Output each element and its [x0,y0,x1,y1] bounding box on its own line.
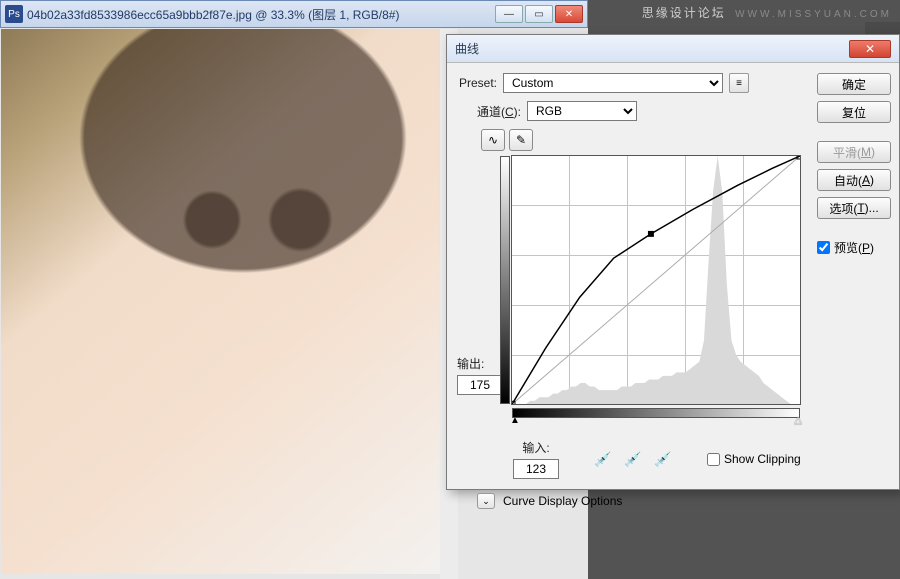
maximize-button[interactable]: ▭ [525,5,553,23]
pencil-curve-tool[interactable]: ✎ [509,129,533,151]
ok-button[interactable]: 确定 [817,73,891,95]
input-input[interactable] [513,459,559,479]
channel-select[interactable]: RGB [527,101,637,121]
curve-display-options-label: Curve Display Options [503,494,622,508]
output-input[interactable] [457,375,503,395]
dialog-close-button[interactable]: ✕ [849,40,891,58]
curve-tool-toggle: ∿ ✎ [481,129,811,151]
auto-button[interactable]: 自动(A) [817,169,891,191]
white-eyedropper[interactable]: 💉 [653,449,673,469]
show-clipping-input[interactable] [707,453,720,466]
output-side: 输出: [459,155,503,415]
show-clipping-checkbox[interactable]: Show Clipping [707,452,801,466]
white-point-slider[interactable]: △ [794,415,802,426]
dialog-title: 曲线 [455,40,849,57]
panel-tab-strip [865,22,900,34]
dialog-titlebar[interactable]: 曲线 ✕ [447,35,899,63]
document-canvas[interactable] [1,29,441,574]
dialog-body: Preset: Custom ≡ 通道(C): RGB ∿ ✎ 输出: [447,63,899,489]
watermark-url: WWW.MISSYUAN.COM [735,9,892,20]
curve-area: ▲ △ [511,155,811,415]
minimize-button[interactable]: — [495,5,523,23]
watermark: 思缘设计论坛 WWW.MISSYUAN.COM [642,4,892,21]
curve-row: 输出: ▲ △ [459,155,811,415]
eyedropper-group: 💉 💉 💉 [593,449,673,469]
curve-line[interactable] [512,156,800,404]
preview-input[interactable] [817,241,830,254]
window-buttons: — ▭ ✕ [495,5,583,23]
preview-checkbox[interactable]: 预览(P) [817,239,891,256]
gray-eyedropper[interactable]: 💉 [623,449,643,469]
curve-display-expander[interactable]: ⌄ [477,493,495,509]
output-gradient [500,156,510,404]
channel-row: 通道(C): RGB [477,101,811,121]
channel-label: 通道(C): [477,103,521,120]
dialog-buttons: 确定 复位 平滑(M) 自动(A) 选项(T)... 预览(P) [817,63,899,489]
preset-select[interactable]: Custom [503,73,723,93]
smooth-button: 平滑(M) [817,141,891,163]
input-label: 输入: [522,439,549,456]
black-eyedropper[interactable]: 💉 [593,449,613,469]
preview-label: 预览(P) [834,239,874,256]
close-button[interactable]: ✕ [555,5,583,23]
curves-dialog: 曲线 ✕ Preset: Custom ≡ 通道(C): RGB ∿ ✎ [446,34,900,490]
preset-menu-button[interactable]: ≡ [729,73,749,93]
show-clipping-label: Show Clipping [724,452,801,466]
app-icon: Ps [5,5,23,23]
output-label: 输出: [457,355,503,372]
input-row: 输入: 💉 💉 💉 Show Clipping [513,439,811,479]
preset-row: Preset: Custom ≡ [459,73,811,93]
document-title: 04b02a33fd8533986ecc65a9bbb2f87e.jpg @ 3… [27,6,495,23]
cancel-button[interactable]: 复位 [817,101,891,123]
curve-canvas[interactable]: ▲ △ [511,155,801,405]
black-point-slider[interactable]: ▲ [510,415,520,426]
input-gradient [512,408,800,418]
dialog-main: Preset: Custom ≡ 通道(C): RGB ∿ ✎ 输出: [447,63,817,489]
curve-display-options-row: ⌄ Curve Display Options [477,493,811,509]
options-button[interactable]: 选项(T)... [817,197,891,219]
watermark-brand: 思缘设计论坛 [642,6,726,20]
document-titlebar[interactable]: Ps 04b02a33fd8533986ecc65a9bbb2f87e.jpg … [0,0,588,28]
preset-label: Preset: [459,76,497,90]
point-curve-tool[interactable]: ∿ [481,129,505,151]
